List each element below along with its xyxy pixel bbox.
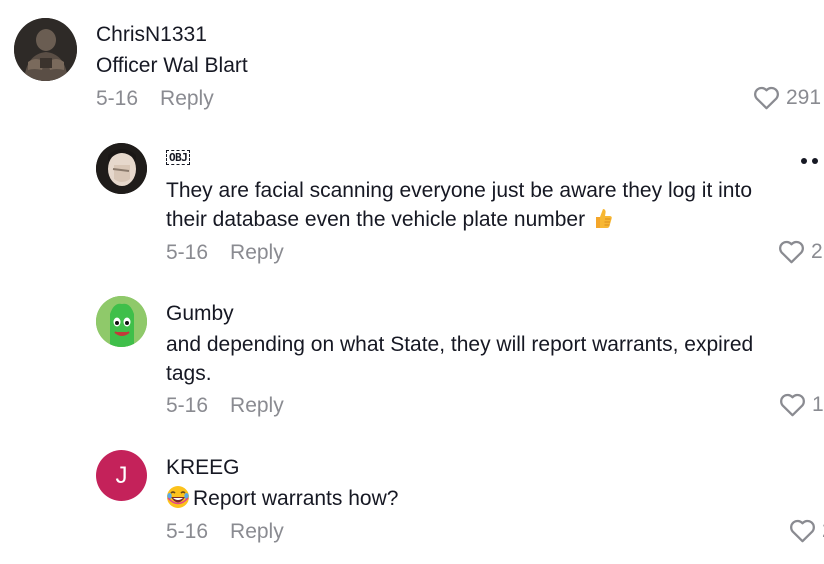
reply-button[interactable]: Reply (160, 87, 214, 110)
comment-date: 5-16 (96, 87, 139, 110)
like-button[interactable]: 291 (753, 85, 821, 110)
reply-item: J KREEG Report warrants how? 5-16 Reply 2 (0, 440, 824, 564)
like-button[interactable]: 13 (779, 392, 824, 417)
like-button[interactable]: 2 (778, 239, 823, 264)
reply-meta: 5-16 Reply (166, 520, 284, 544)
reply-text-line-1: and depending on what State, they will r… (166, 333, 754, 356)
reply-button[interactable]: Reply (230, 241, 284, 264)
comment-item: ChrisN1331 Officer Wal Blart 5-16 Reply 2… (0, 0, 824, 130)
username-badge[interactable]: OBJ (166, 150, 191, 165)
reply-text-line-1: Report warrants how? (166, 484, 398, 513)
photo-avatar-icon (96, 143, 147, 194)
reply-meta: 5-16 Reply (166, 394, 284, 418)
comment-meta: 5-16 Reply (96, 87, 214, 111)
like-button[interactable]: 2 (789, 518, 824, 543)
reply-text: their database even the vehicle plate nu… (166, 208, 586, 231)
photo-avatar-icon (14, 18, 77, 81)
reply-item: OBJ They are facial scanning everyone ju… (0, 130, 824, 280)
comment-text: Officer Wal Blart (96, 54, 248, 77)
reply-meta: 5-16 Reply (166, 241, 284, 265)
heart-icon (754, 86, 779, 110)
avatar[interactable]: J (96, 450, 147, 501)
reply-item: Gumby and depending on what State, they … (0, 285, 824, 435)
comment-username[interactable]: ChrisN1331 (96, 23, 207, 47)
reply-date: 5-16 (166, 520, 209, 543)
reply-button[interactable]: Reply (230, 520, 284, 543)
reply-username[interactable]: Gumby (166, 302, 234, 326)
like-count: 291 (786, 85, 822, 109)
reply-button[interactable]: Reply (230, 394, 284, 417)
like-count: 13 (812, 392, 824, 416)
avatar[interactable] (14, 18, 77, 81)
reply-username[interactable]: KREEG (166, 456, 240, 480)
reply-text-line-1: They are facial scanning everyone just b… (166, 179, 753, 202)
reply-text-line-2: their database even the vehicle plate nu… (166, 205, 613, 234)
avatar[interactable] (96, 143, 147, 194)
avatar[interactable] (96, 296, 147, 347)
heart-icon (779, 240, 804, 264)
gumby-avatar-icon (96, 296, 147, 347)
thumbs-up-icon (596, 209, 612, 228)
more-options-icon[interactable] (801, 158, 818, 164)
heart-icon (790, 519, 815, 543)
comment-thread: ChrisN1331 Officer Wal Blart 5-16 Reply 2… (0, 0, 824, 564)
reply-text-line-2: tags. (166, 362, 212, 385)
reply-date: 5-16 (166, 394, 209, 417)
laughing-face-icon (167, 486, 189, 508)
avatar-initial: J (115, 461, 128, 489)
reply-text: Report warrants how? (193, 487, 399, 510)
like-count: 2 (811, 239, 823, 263)
heart-icon (780, 393, 805, 417)
reply-date: 5-16 (166, 241, 209, 264)
